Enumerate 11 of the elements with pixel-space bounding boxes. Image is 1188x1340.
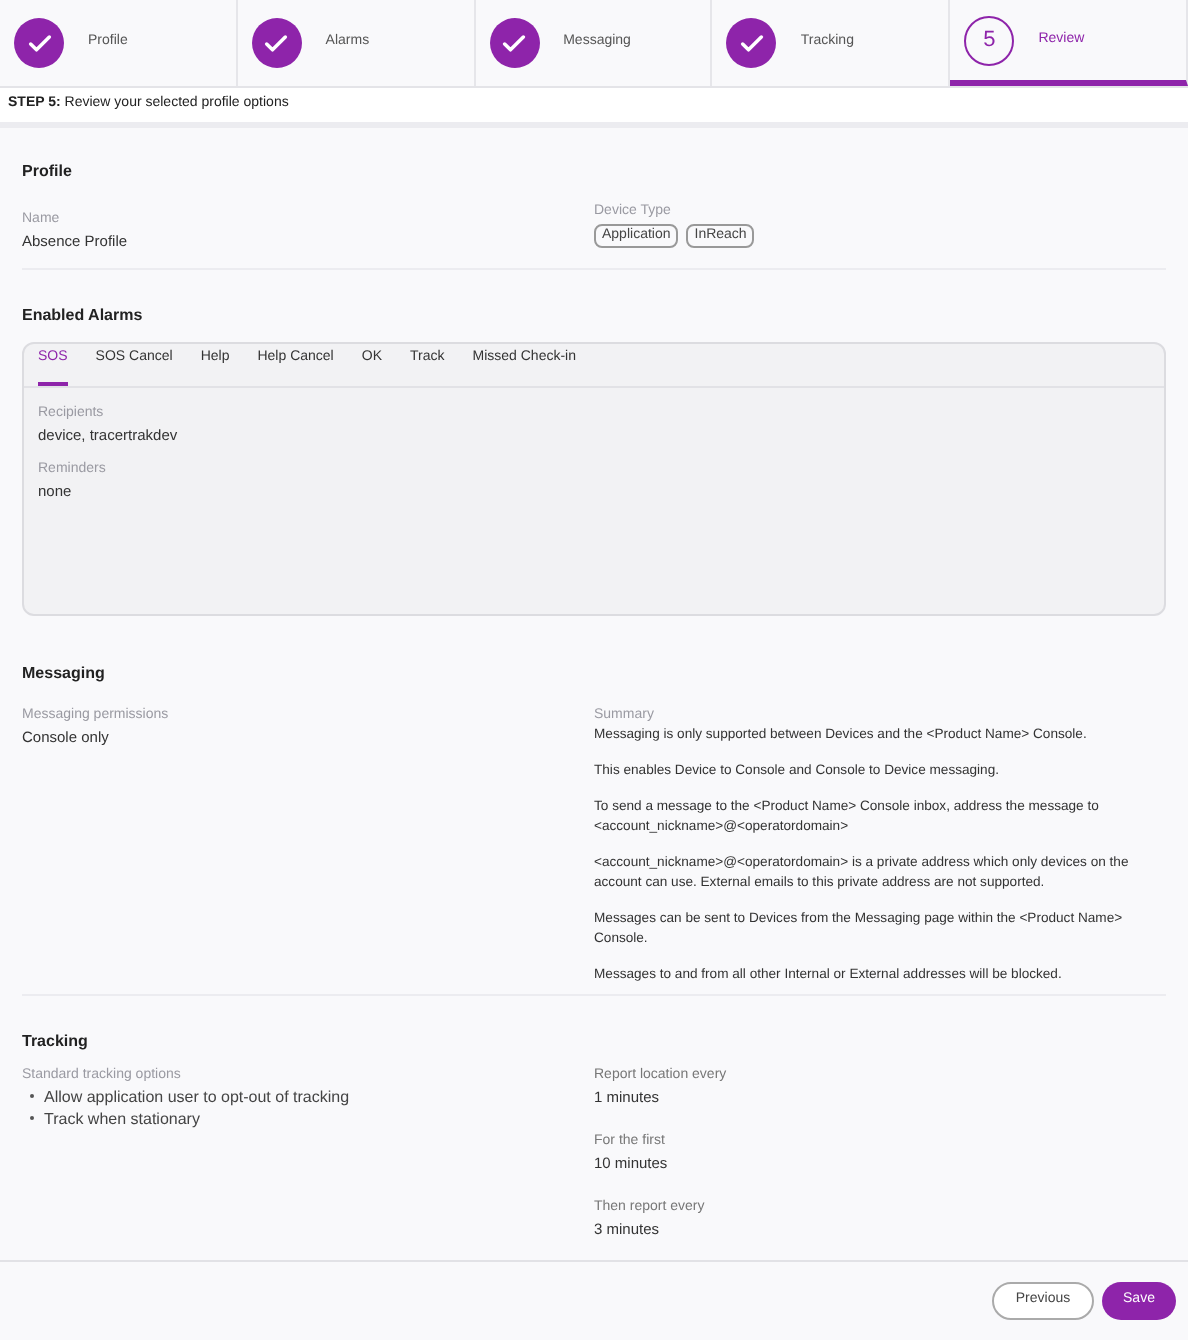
- check-icon: [25, 29, 53, 57]
- section-title: Profile: [22, 159, 74, 183]
- section-title: Tracking: [22, 1029, 90, 1053]
- tracking-option: Allow application user to opt-out of tracking: [44, 1085, 350, 1107]
- check-icon: [500, 29, 529, 57]
- check-icon: [737, 29, 766, 57]
- section-title: Enabled Alarms: [22, 303, 145, 327]
- check-icon: [262, 29, 291, 57]
- section-title: Messaging: [22, 661, 107, 685]
- tracking-option: Track when stationary: [44, 1107, 200, 1129]
- step-number: 5: [964, 15, 1015, 65]
